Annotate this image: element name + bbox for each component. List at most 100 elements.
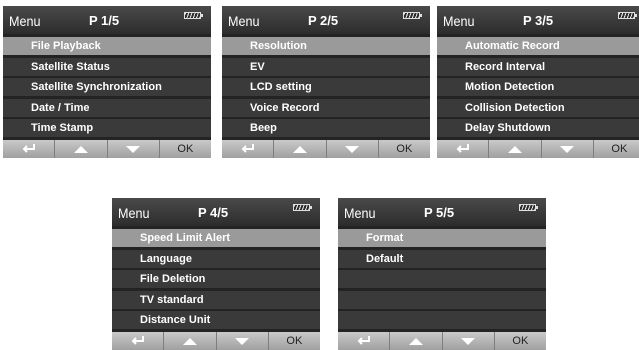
menu-item-motion-detection[interactable]: Motion Detection	[437, 78, 639, 96]
up-button[interactable]	[164, 332, 217, 350]
menu-screen-page-5: Menu P 5/5 Format Default OK	[338, 198, 546, 350]
menu-item-tv-standard[interactable]: TV standard	[112, 290, 320, 309]
title-bar: Menu P 4/5	[112, 198, 320, 226]
up-button[interactable]	[489, 140, 542, 158]
up-arrow-icon	[507, 145, 522, 153]
menu-item-speed-limit-alert[interactable]: Speed Limit Alert	[112, 229, 320, 247]
menu-item-distance-unit[interactable]: Distance Unit	[112, 311, 320, 329]
menu-item-collision-detection[interactable]: Collision Detection	[437, 98, 639, 117]
up-arrow-icon	[73, 145, 88, 153]
back-button[interactable]	[338, 332, 391, 350]
down-arrow-icon	[560, 145, 575, 153]
up-button[interactable]	[274, 140, 327, 158]
menu-item-empty	[338, 311, 546, 329]
battery-tip	[635, 14, 637, 17]
menu-list: Resolution EV LCD setting Voice Record B…	[222, 37, 430, 140]
return-icon	[131, 336, 144, 345]
menu-item-delay-shutdown[interactable]: Delay Shutdown	[437, 119, 639, 137]
back-button[interactable]	[112, 332, 165, 350]
battery-icon	[618, 12, 635, 19]
ok-button[interactable]: OK	[593, 140, 639, 158]
menu-list: Automatic Record Record Interval Motion …	[437, 37, 639, 140]
page-indicator: P 5/5	[424, 205, 455, 220]
page-indicator: P 1/5	[89, 13, 120, 28]
battery-icon	[184, 12, 201, 19]
battery-icon	[519, 204, 536, 211]
back-button[interactable]	[3, 140, 56, 158]
ok-label: OK	[611, 143, 628, 155]
up-arrow-icon	[182, 337, 197, 345]
menu-item-satellite-synchronization[interactable]: Satellite Synchronization	[3, 78, 211, 96]
down-button[interactable]	[216, 332, 269, 350]
return-icon	[241, 144, 254, 153]
down-button[interactable]	[326, 140, 379, 158]
ok-label: OK	[286, 335, 303, 347]
down-arrow-icon	[235, 337, 250, 345]
battery-tip	[310, 206, 312, 209]
menu-screen-page-4: Menu P 4/5 Speed Limit Alert Language Fi…	[112, 198, 320, 350]
title-bar: Menu P 1/5	[3, 6, 211, 34]
up-button[interactable]	[390, 332, 443, 350]
down-button[interactable]	[442, 332, 495, 350]
menu-item-default[interactable]: Default	[338, 249, 546, 268]
nav-bar: OK	[3, 140, 211, 158]
menu-item-satellite-status[interactable]: Satellite Status	[3, 57, 211, 76]
page-indicator: P 4/5	[198, 205, 229, 220]
up-button[interactable]	[55, 140, 108, 158]
nav-bar: OK	[222, 140, 430, 158]
down-arrow-icon	[126, 145, 141, 153]
ok-label: OK	[512, 335, 529, 347]
back-button[interactable]	[222, 140, 275, 158]
ok-label: OK	[396, 143, 413, 155]
up-arrow-icon	[408, 337, 423, 345]
back-button[interactable]	[437, 140, 490, 158]
up-arrow-icon	[292, 145, 307, 153]
menu-list: Format Default	[338, 229, 546, 332]
menu-item-file-playback[interactable]: File Playback	[3, 37, 211, 55]
menu-title: Menu	[9, 13, 41, 29]
return-icon	[357, 336, 370, 345]
battery-tip	[420, 14, 422, 17]
menu-item-empty	[338, 270, 546, 288]
menu-item-time-stamp[interactable]: Time Stamp	[3, 119, 211, 137]
menu-item-automatic-record[interactable]: Automatic Record	[437, 37, 639, 55]
battery-icon	[403, 12, 420, 19]
page-indicator: P 3/5	[523, 13, 554, 28]
ok-button[interactable]: OK	[494, 332, 546, 350]
battery-tip	[536, 206, 538, 209]
menu-screen-page-1: Menu P 1/5 File Playback Satellite Statu…	[3, 6, 211, 158]
down-arrow-icon	[461, 337, 476, 345]
menu-item-ev[interactable]: EV	[222, 57, 430, 76]
battery-tip	[201, 14, 203, 17]
menu-item-lcd-setting[interactable]: LCD setting	[222, 78, 430, 96]
menu-item-date-time[interactable]: Date / Time	[3, 98, 211, 117]
ok-button[interactable]: OK	[159, 140, 211, 158]
nav-bar: OK	[112, 332, 320, 350]
menu-item-file-deletion[interactable]: File Deletion	[112, 270, 320, 288]
menu-list: Speed Limit Alert Language File Deletion…	[112, 229, 320, 332]
menu-screen-page-3: Menu P 3/5 Automatic Record Record Inter…	[437, 6, 639, 158]
return-icon	[22, 144, 35, 153]
menu-item-format[interactable]: Format	[338, 229, 546, 247]
menu-item-language[interactable]: Language	[112, 249, 320, 268]
menu-item-resolution[interactable]: Resolution	[222, 37, 430, 55]
ok-button[interactable]: OK	[378, 140, 430, 158]
menu-item-beep[interactable]: Beep	[222, 119, 430, 137]
menu-list: File Playback Satellite Status Satellite…	[3, 37, 211, 140]
down-button[interactable]	[541, 140, 594, 158]
down-button[interactable]	[107, 140, 160, 158]
ok-label: OK	[177, 143, 194, 155]
page-indicator: P 2/5	[308, 13, 339, 28]
menu-item-voice-record[interactable]: Voice Record	[222, 98, 430, 117]
menu-screen-page-2: Menu P 2/5 Resolution EV LCD setting Voi…	[222, 6, 430, 158]
menu-item-record-interval[interactable]: Record Interval	[437, 57, 639, 76]
nav-bar: OK	[338, 332, 546, 350]
ok-button[interactable]: OK	[268, 332, 320, 350]
down-arrow-icon	[345, 145, 360, 153]
battery-icon	[293, 204, 310, 211]
title-bar: Menu P 2/5	[222, 6, 430, 34]
title-bar: Menu P 5/5	[338, 198, 546, 226]
menu-title: Menu	[228, 13, 260, 29]
menu-title: Menu	[344, 205, 376, 221]
menu-title: Menu	[443, 13, 475, 29]
